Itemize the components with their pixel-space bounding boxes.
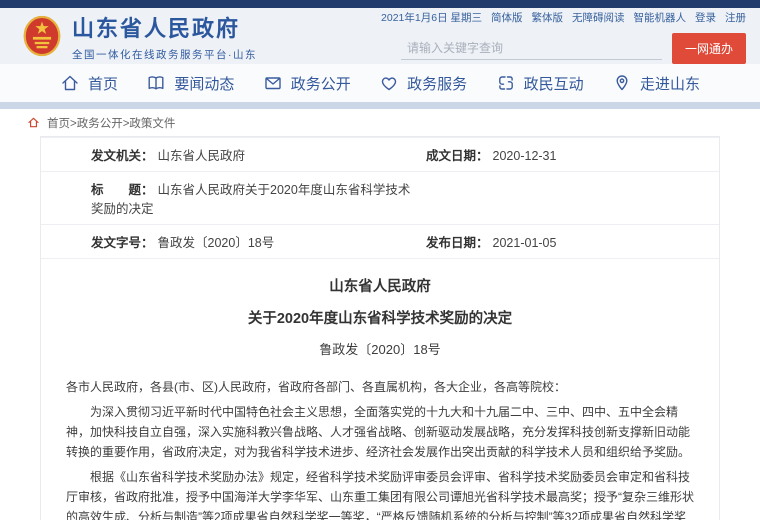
nav-label: 政民互动 [524,73,584,94]
breadcrumb-home-icon [27,116,40,129]
meta-value: 2021-01-05 [493,236,557,250]
current-date: 2021年1月6日 星期三 [381,10,482,25]
document-heading: 山东省人民政府 关于2020年度山东省科学技术奖励的决定 鲁政发〔2020〕18… [41,275,719,358]
meta-label: 发文机关： [91,149,154,163]
meta-value: 山东省人民政府 [158,149,246,163]
meta-label: 发文字号： [91,236,154,250]
nav-label: 要闻动态 [174,73,234,94]
link-accessibility[interactable]: 无障碍阅读 [572,10,625,25]
document-title-line2: 关于2020年度山东省科学技术奖励的决定 [41,307,719,328]
document-meta-table: 发文机关： 山东省人民政府 成文日期： 2020-12-31 标 题：山东省人民政府… [41,137,719,259]
breadcrumb-path[interactable]: 首页>政务公开>政策文件 [47,115,175,131]
link-login[interactable]: 登录 [695,10,716,25]
meta-value: 2020-12-31 [493,149,557,163]
site-title: 山东省人民政府 [72,11,257,43]
meta-date-written: 成文日期： 2020-12-31 [414,138,719,172]
nav-item-home[interactable]: 首页 [60,73,118,94]
meta-empty-cell [414,172,719,225]
paragraph-salutation: 各市人民政府，各县(市、区)人民政府，省政府各部门、各直属机构，各大企业，各高等… [66,377,694,397]
envelope-icon [263,73,283,93]
meta-date-published: 发布日期： 2021-01-05 [414,225,719,259]
site-subtitle: 全国一体化在线政务服务平台·山东 [72,47,257,62]
nav-item-interaction[interactable]: 政民互动 [496,73,584,94]
meta-value: 鲁政发〔2020〕18号 [158,236,275,250]
link-simplified-chinese[interactable]: 简体版 [491,10,523,25]
heart-icon [379,73,399,93]
nav-divider-strip [0,102,760,109]
search-input[interactable] [401,37,662,60]
nav-item-gov-disclosure[interactable]: 政务公开 [263,73,351,94]
main-navigation: 首页 要闻动态 政务公开 政务服务 政民互动 走进山东 [0,64,760,102]
document-title-line1: 山东省人民政府 [41,275,719,296]
document-number: 鲁政发〔2020〕18号 [41,339,719,358]
meta-title: 标 题：山东省人民政府关于2020年度山东省科学技术奖励的决定 [41,172,414,225]
one-net-service-button[interactable]: 一网通办 [672,33,746,64]
interaction-icon [496,73,516,93]
top-accent-strip [0,0,760,8]
document-body: 各市人民政府，各县(市、区)人民政府，省政府各部门、各直属机构，各大企业，各高等… [41,358,719,520]
paragraph-awards: 根据《山东省科学技术奖励办法》规定，经省科学技术奖励评审委员会评审、省科学技术奖… [66,467,694,520]
news-book-icon [146,73,166,93]
document-card: 发文机关：山东省人民政府 成文日期：2020-12-31 标 题：山东省人民政府… [40,136,720,520]
nav-item-gov-services[interactable]: 政务服务 [379,73,467,94]
link-traditional-chinese[interactable]: 繁体版 [532,10,564,25]
nav-item-about-shandong[interactable]: 走进山东 [612,73,700,94]
nav-label: 政务服务 [407,73,467,94]
national-emblem-logo [22,14,62,58]
nav-item-news[interactable]: 要闻动态 [146,73,234,94]
link-register[interactable]: 注册 [725,10,746,25]
meta-label: 发布日期： [426,236,489,250]
nav-label: 政务公开 [291,73,351,94]
nav-label: 走进山东 [640,73,700,94]
meta-doc-number: 发文字号： 鲁政发〔2020〕18号 [41,225,414,259]
meta-issuing-org: 发文机关： 山东省人民政府 [41,138,414,172]
site-branding[interactable]: 山东省人民政府 全国一体化在线政务服务平台·山东 [22,11,257,62]
meta-label: 标 题： [91,183,154,197]
site-header: 山东省人民政府 全国一体化在线政务服务平台·山东 2021年1月6日 星期三 简… [0,8,760,64]
nav-label: 首页 [88,73,118,94]
meta-label: 成文日期： [426,149,489,163]
map-pin-icon [612,73,632,93]
utility-links: 2021年1月6日 星期三 简体版 繁体版 无障碍阅读 智能机器人 登录 注册 [381,10,746,25]
link-smart-robot[interactable]: 智能机器人 [634,10,687,25]
home-icon [60,73,80,93]
breadcrumb: 首页>政务公开>政策文件 [0,109,760,136]
paragraph-intro: 为深入贯彻习近平新时代中国特色社会主义思想，全面落实党的十九大和十九届二中、三中… [66,402,694,462]
